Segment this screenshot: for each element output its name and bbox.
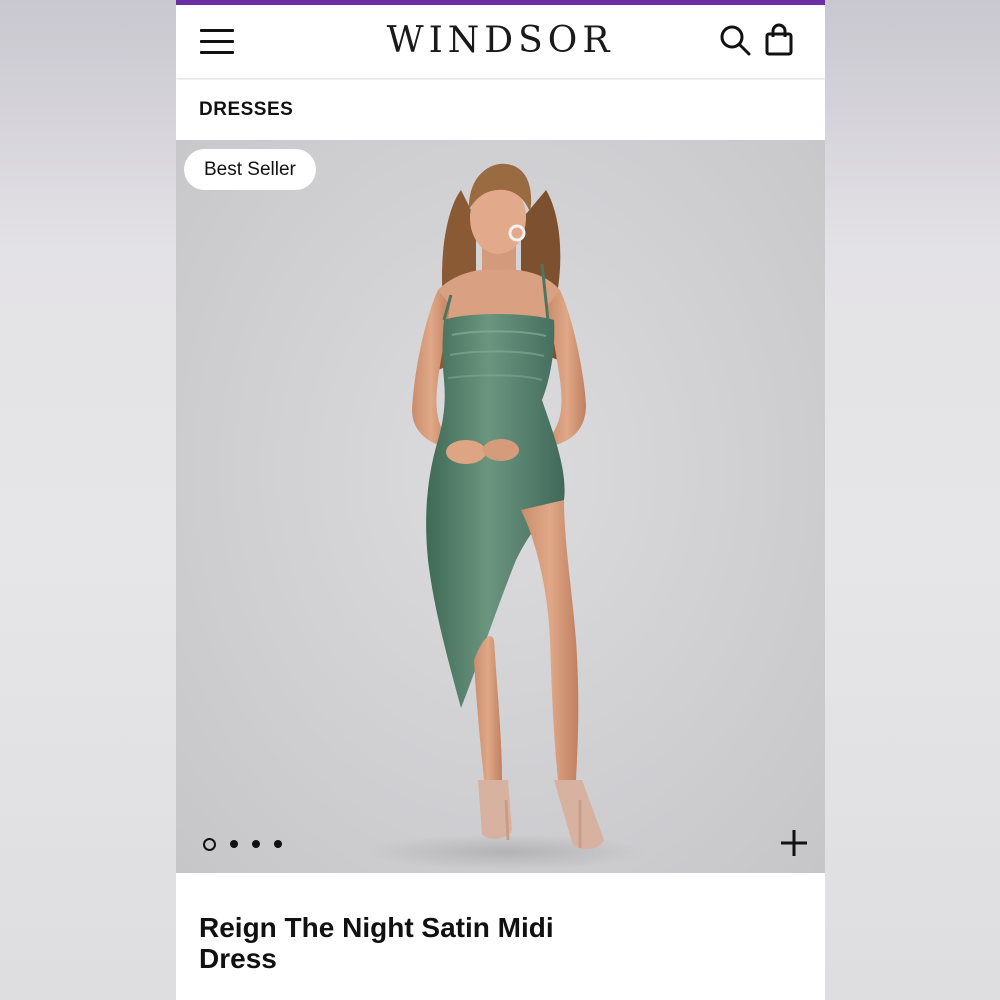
product-title: Reign The Night Satin Midi Dress <box>199 912 554 974</box>
carousel-dot[interactable] <box>274 840 282 848</box>
mobile-page: WINDSOR DRESSES Best Seller Reign The Ni… <box>176 0 825 1000</box>
search-icon[interactable] <box>718 23 752 57</box>
carousel-dot[interactable] <box>203 837 216 851</box>
plus-icon[interactable] <box>779 828 809 858</box>
site-header: WINDSOR <box>176 5 825 78</box>
product-image-carousel[interactable]: Best Seller <box>176 140 825 873</box>
best-seller-badge: Best Seller <box>184 149 316 190</box>
carousel-dot[interactable] <box>230 840 238 848</box>
shopping-bag-icon[interactable] <box>762 23 796 57</box>
carousel-dot[interactable] <box>252 840 260 848</box>
carousel-dots <box>203 837 296 851</box>
product-photo <box>366 163 646 870</box>
breadcrumb: DRESSES <box>176 80 825 140</box>
breadcrumb-dresses-link[interactable]: DRESSES <box>199 99 293 121</box>
